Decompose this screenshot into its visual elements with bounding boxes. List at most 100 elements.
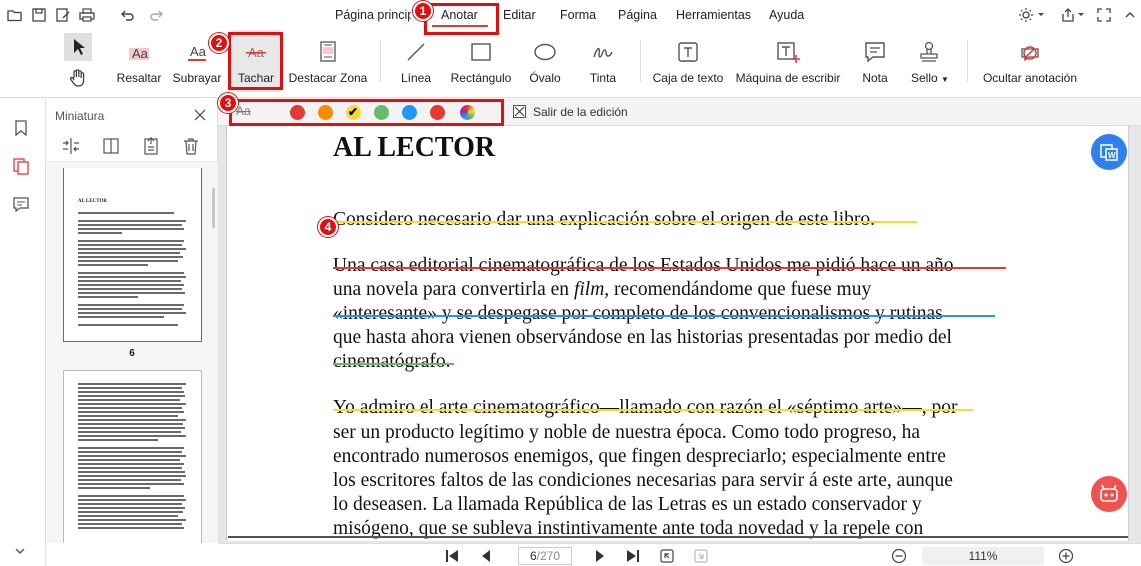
thumbnail-scrollbar[interactable] <box>212 188 215 228</box>
zoom-in-icon[interactable] <box>1057 547 1075 565</box>
note-icon <box>862 39 888 65</box>
left-rail <box>0 98 46 566</box>
split-pages-icon[interactable] <box>60 135 82 157</box>
previous-page-icon[interactable] <box>477 547 495 565</box>
highlight-icon: Aa <box>126 39 152 65</box>
thumbnail-page-number: 6 <box>129 348 135 359</box>
page-thumbnail-6[interactable]: AL LECTOR <box>63 168 202 342</box>
line-icon <box>403 39 429 65</box>
print-icon[interactable] <box>78 6 96 24</box>
thumbnail-list[interactable]: AL LECTOR 6 <box>46 162 218 543</box>
last-page-icon[interactable] <box>624 547 642 565</box>
strike-line-6[interactable] <box>333 363 454 365</box>
theme-sun-icon[interactable] <box>1018 7 1034 23</box>
typewriter-tool[interactable]: Máquina de escribir <box>733 30 843 92</box>
ai-assistant-button[interactable] <box>1091 476 1127 512</box>
menu-editar[interactable]: Editar <box>503 8 536 22</box>
exit-edit-label[interactable]: Salir de la edición <box>533 105 628 119</box>
edit-document-icon[interactable] <box>54 6 72 24</box>
undo-icon[interactable] <box>118 6 136 24</box>
strike-line-2[interactable] <box>333 267 1006 269</box>
ribbon-separator <box>640 40 641 82</box>
menu-forma[interactable]: Forma <box>560 8 596 22</box>
text-line-2: Una casa editorial cinematográfica de lo… <box>333 255 954 276</box>
menu-pagina[interactable]: Página <box>618 8 657 22</box>
note-tool[interactable]: Nota <box>856 30 894 92</box>
svg-text:Aa: Aa <box>190 44 207 59</box>
ink-tool[interactable]: Tinta <box>585 30 621 92</box>
comments-icon[interactable] <box>11 194 31 214</box>
back-view-icon[interactable] <box>658 547 676 565</box>
thumbnails-pages-icon[interactable] <box>11 156 31 176</box>
zoom-level-field[interactable]: 111% <box>922 547 1044 565</box>
select-tool-button[interactable] <box>64 33 92 61</box>
text-box-tool[interactable]: Caja de texto <box>652 30 724 92</box>
text-box-icon <box>675 39 701 65</box>
fullscreen-icon[interactable] <box>1096 7 1112 23</box>
share-icon[interactable] <box>1060 7 1076 23</box>
stamp-icon <box>916 39 942 65</box>
text-line-3: una novela para convertirla en film, rec… <box>333 279 872 300</box>
strike-line-1[interactable] <box>333 221 917 223</box>
next-page-icon[interactable] <box>591 547 609 565</box>
text-line-7: Yo admiro el arte cinematográfico—llamad… <box>333 397 958 418</box>
text-line-4: «interesante» y se despegase por complet… <box>333 303 943 324</box>
rotate-page-icon[interactable] <box>100 135 122 157</box>
oval-tool[interactable]: Óvalo <box>524 30 566 92</box>
save-icon[interactable] <box>30 6 48 24</box>
menu-pagina-principal[interactable]: Página principal <box>335 8 411 22</box>
ribbon-separator <box>380 40 381 82</box>
extract-page-icon[interactable] <box>140 135 162 157</box>
svg-text:Aa: Aa <box>132 46 149 61</box>
ribbon-separator <box>967 40 968 82</box>
page-number-input[interactable]: 6/270 <box>518 547 572 565</box>
text-line-11: lo deseasen. La llamada República de las… <box>333 494 922 515</box>
document-viewport: AL LECTOR Considero necesario dar una ex… <box>218 126 1141 543</box>
menu-ayuda[interactable]: Ayuda <box>769 8 804 22</box>
text-line-6: cinematógrafo. <box>333 351 451 372</box>
delete-page-icon[interactable] <box>180 135 202 157</box>
open-folder-icon[interactable] <box>6 6 24 24</box>
oval-icon <box>532 39 558 65</box>
first-page-icon[interactable] <box>443 547 461 565</box>
callout-badge-1: 1 <box>413 1 433 21</box>
callout-badge-2: 2 <box>209 33 229 53</box>
document-page[interactable]: AL LECTOR Considero necesario dar una ex… <box>226 126 1129 541</box>
share-chevron-down-icon[interactable] <box>1077 9 1085 25</box>
collapse-icon[interactable] <box>1122 7 1138 23</box>
page-thumbnail-7[interactable] <box>63 370 202 543</box>
zoom-out-icon[interactable] <box>890 547 908 565</box>
close-icon[interactable] <box>192 107 208 123</box>
typewriter-icon <box>775 39 801 65</box>
stamp-tool[interactable]: Sello ▼ <box>907 30 951 92</box>
hand-tool-icon[interactable] <box>67 67 89 89</box>
strike-line-7[interactable] <box>333 409 973 411</box>
text-line-10: los escritores faltos de las condiciones… <box>333 470 953 491</box>
document-heading: AL LECTOR <box>333 132 496 163</box>
hide-annotations-tool[interactable]: Ocultar anotación <box>980 30 1080 92</box>
callout-box-strikethrough <box>228 32 283 90</box>
thumbnail-heading: AL LECTOR <box>78 199 107 204</box>
forward-view-icon[interactable] <box>692 547 710 565</box>
line-tool[interactable]: Línea <box>396 30 436 92</box>
ocr-convert-button[interactable]: W <box>1091 134 1127 170</box>
page-bottom-edge <box>228 536 1128 538</box>
bookmark-icon[interactable] <box>11 118 31 138</box>
highlight-tool[interactable]: Aa Resaltar <box>112 30 166 92</box>
ink-pen-icon <box>590 39 616 65</box>
redo-icon[interactable] <box>148 6 166 24</box>
text-line-1: Considero necesario dar una explicación … <box>333 209 876 230</box>
callout-badge-4: 4 <box>318 217 338 237</box>
menu-bar: Página principal Anotar Editar Forma Pág… <box>0 0 1141 30</box>
rail-chevron-down-icon[interactable] <box>13 544 27 558</box>
rectangle-tool[interactable]: Rectángulo <box>448 30 514 92</box>
menu-herramientas[interactable]: Herramientas <box>676 8 751 22</box>
area-highlight-tool[interactable]: Destacar Zona <box>288 30 368 92</box>
theme-chevron-down-icon[interactable] <box>1037 9 1045 25</box>
stamp-dropdown-caret-icon: ▼ <box>941 75 949 84</box>
exit-edit-checkbox-icon[interactable] <box>513 105 526 118</box>
annotation-ribbon: Aa Resaltar Aa Subrayar Aa Tachar Destac… <box>0 30 1141 98</box>
underline-icon: Aa <box>184 39 210 65</box>
strike-line-4[interactable] <box>333 315 995 317</box>
text-line-9: encontrado numerosos enemigos, que finge… <box>333 446 946 467</box>
